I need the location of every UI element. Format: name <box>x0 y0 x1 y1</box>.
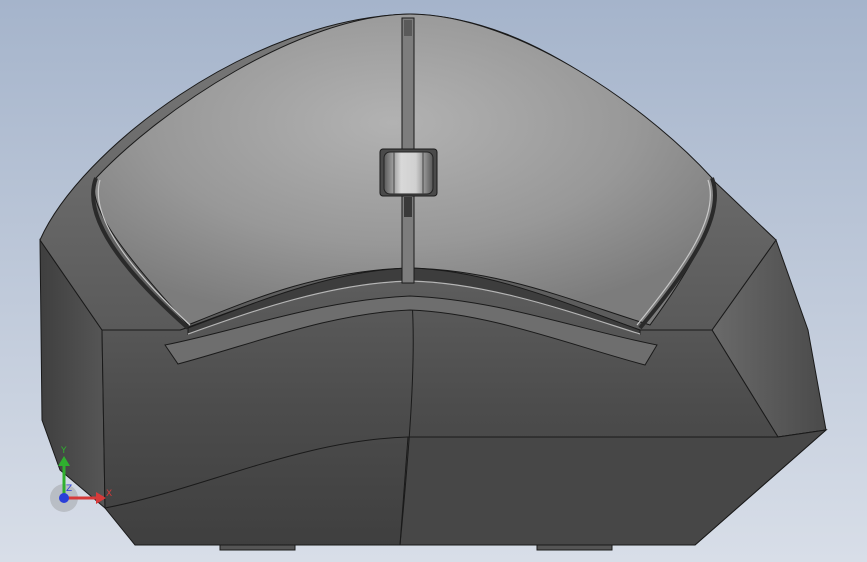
cad-model-view[interactable] <box>0 0 867 562</box>
base-right-face <box>399 429 828 546</box>
y-axis-label: Y <box>60 446 67 456</box>
foot-left <box>219 544 296 551</box>
graphics-viewport[interactable]: Y X Z <box>0 0 867 562</box>
scroll-wheel <box>383 151 434 195</box>
foot-right <box>536 544 613 551</box>
x-axis-label: X <box>106 489 112 499</box>
z-axis-dot <box>59 493 69 503</box>
coordinate-triad: Y X Z <box>50 446 112 512</box>
z-axis-label: Z <box>66 484 72 494</box>
